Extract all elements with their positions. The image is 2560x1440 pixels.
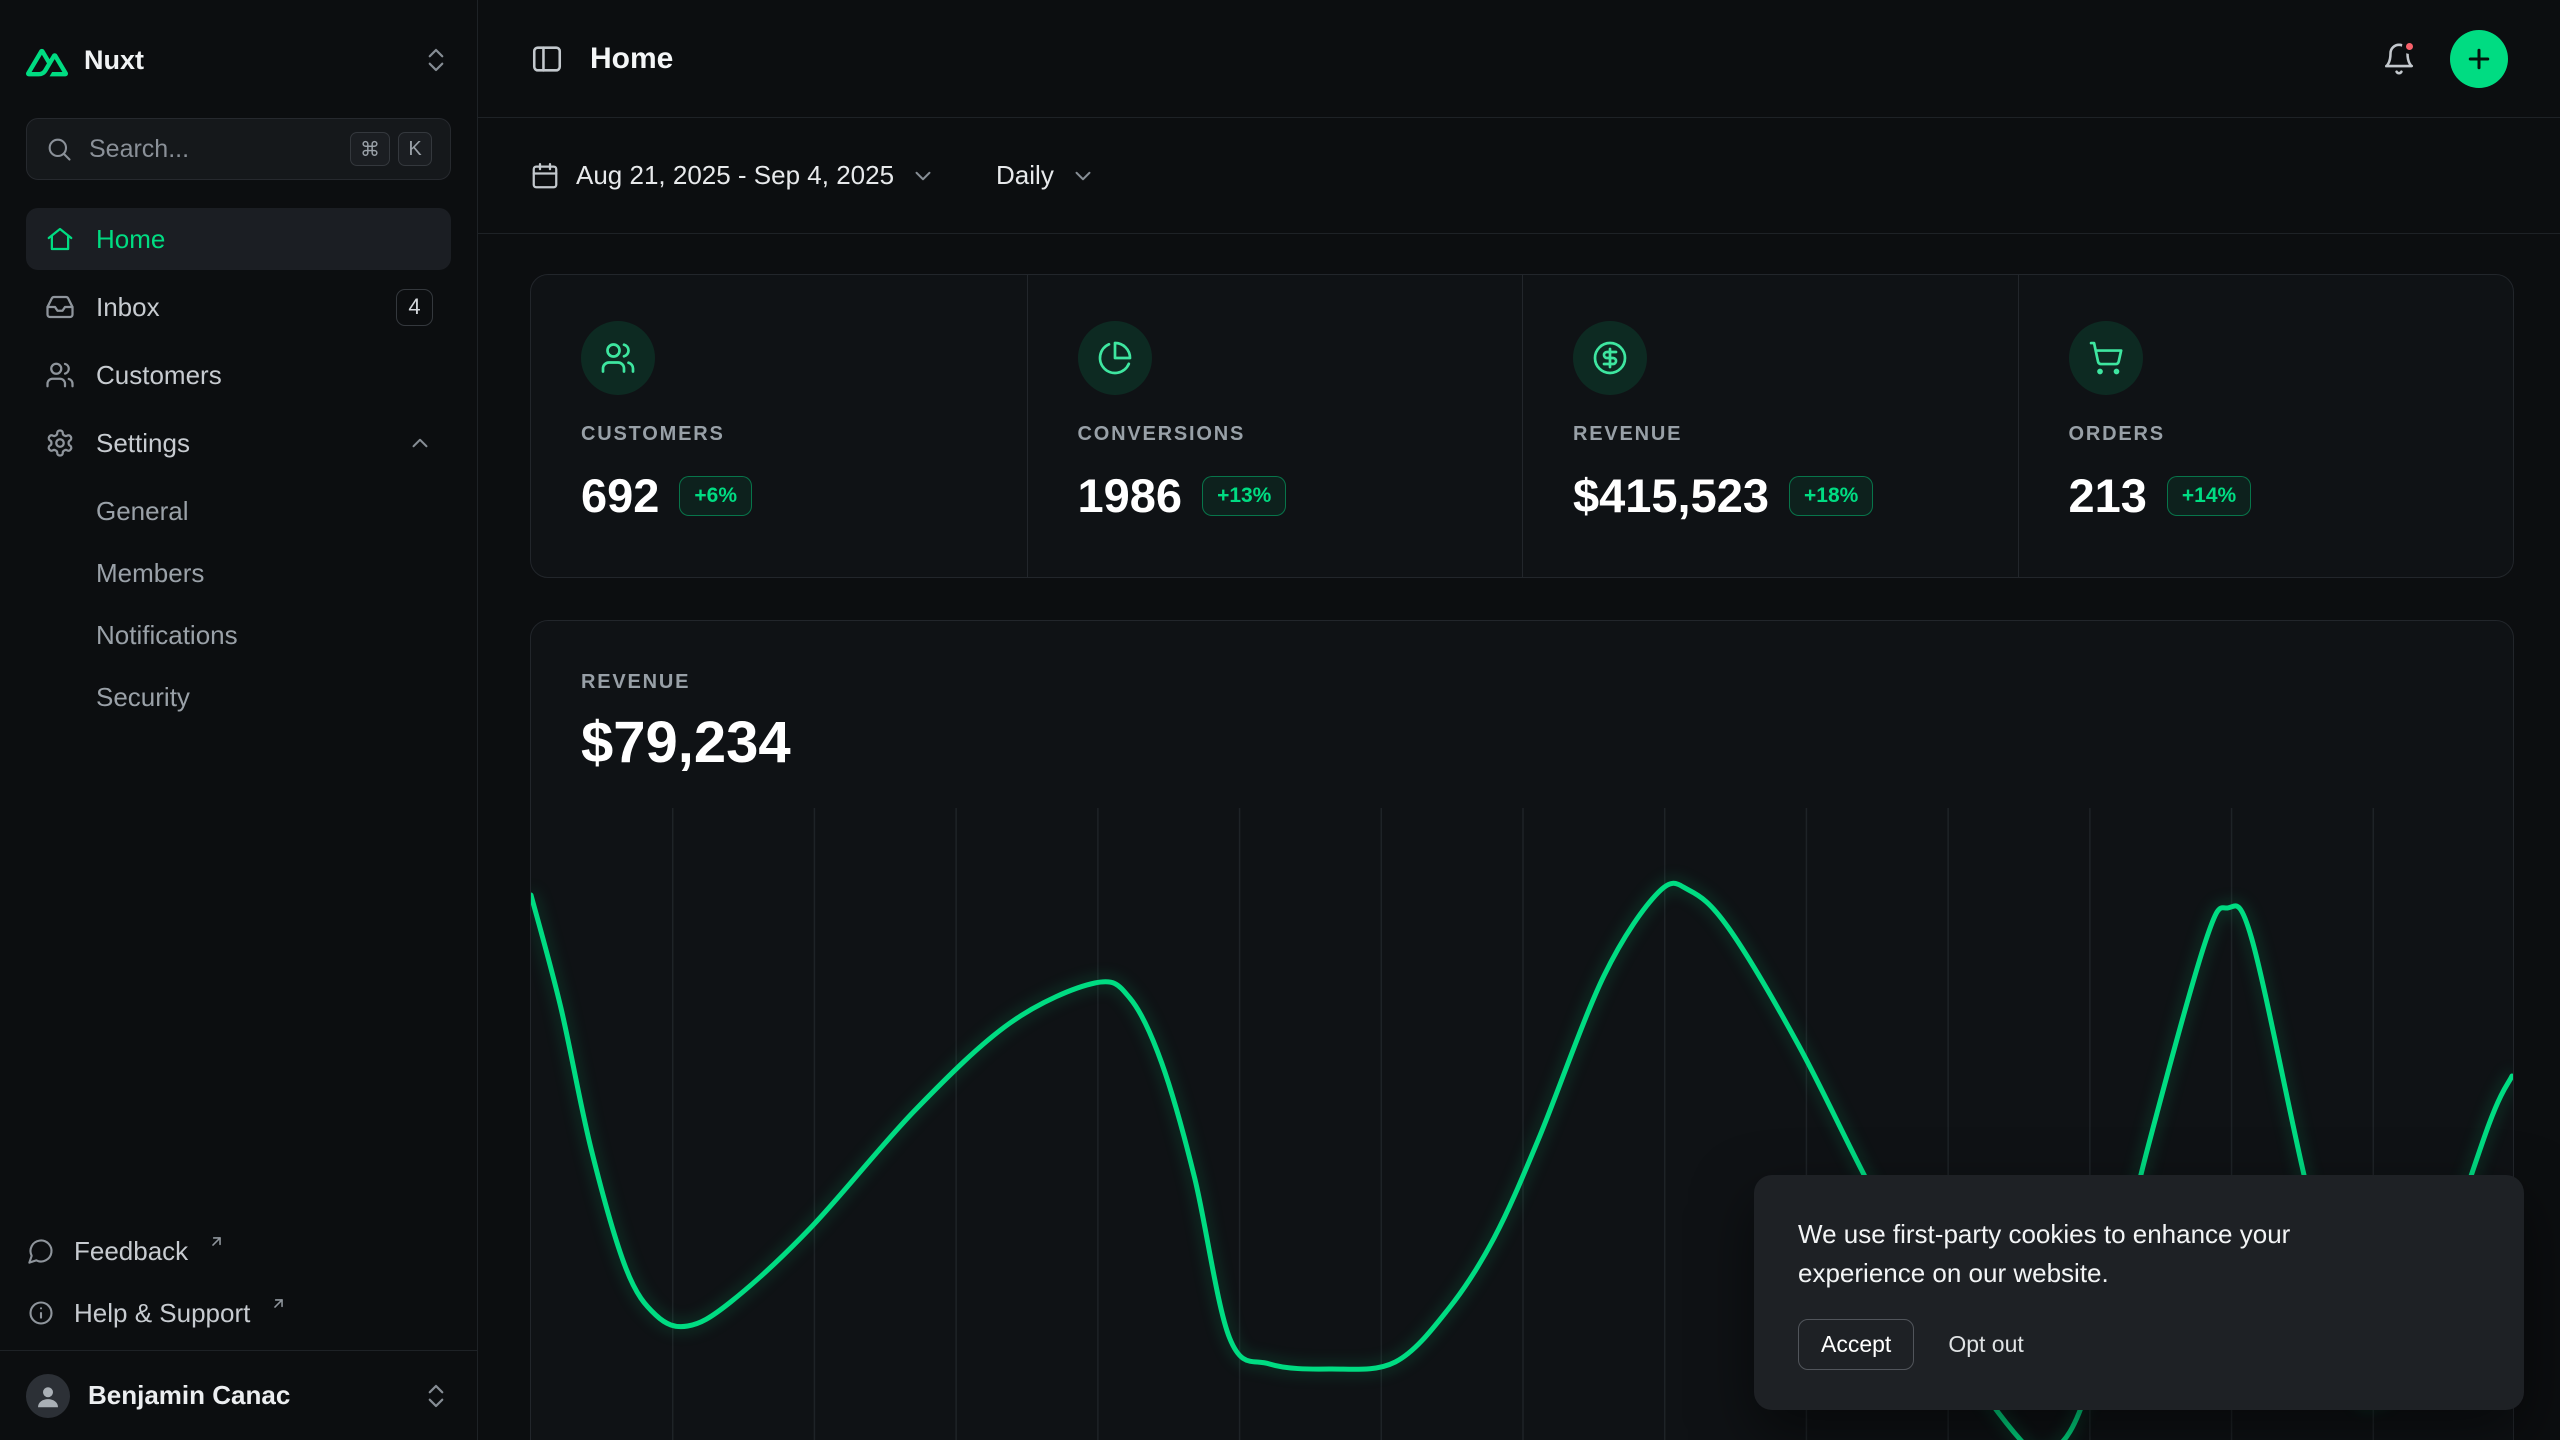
- page-title: Home: [590, 42, 673, 76]
- topbar-actions: [2382, 30, 2508, 88]
- circle-dollar-icon: [1573, 321, 1647, 395]
- app-root: Nuxt Search... ⌘ K Home: [0, 0, 2560, 1440]
- calendar-icon: [530, 161, 560, 191]
- filters-toolbar: Aug 21, 2025 - Sep 4, 2025 Daily: [478, 118, 2560, 234]
- info-circle-icon: [26, 1298, 56, 1328]
- sidebar-nav: Home Inbox 4 Customers Settings: [26, 208, 451, 728]
- users-icon: [44, 359, 76, 391]
- brand-name: Nuxt: [84, 45, 144, 76]
- stat-label: REVENUE: [1573, 423, 1968, 446]
- sidebar-item-label: Home: [96, 224, 165, 255]
- sidebar-item-inbox[interactable]: Inbox 4: [26, 276, 451, 338]
- workspace-switcher[interactable]: Nuxt: [26, 39, 144, 81]
- users-icon: [581, 321, 655, 395]
- stat-card-customers: CUSTOMERS 692 +6%: [531, 275, 1027, 577]
- sidebar-item-label: Settings: [96, 428, 190, 459]
- sidebar-subitem-notifications[interactable]: Notifications: [26, 604, 451, 666]
- sidebar: Nuxt Search... ⌘ K Home: [0, 0, 478, 1440]
- date-range-label: Aug 21, 2025 - Sep 4, 2025: [576, 160, 894, 191]
- search-placeholder: Search...: [89, 135, 189, 164]
- granularity-label: Daily: [996, 160, 1054, 191]
- stat-card-revenue: REVENUE $415,523 +18%: [1522, 275, 2018, 577]
- help-support-link[interactable]: Help & Support: [26, 1282, 451, 1344]
- cookie-actions: Accept Opt out: [1798, 1319, 2480, 1370]
- stat-label: CUSTOMERS: [581, 423, 977, 446]
- sidebar-subitem-general[interactable]: General: [26, 480, 451, 542]
- stat-card-orders: ORDERS 213 +14%: [2018, 275, 2514, 577]
- granularity-select[interactable]: Daily: [996, 160, 1096, 191]
- accept-cookies-button[interactable]: Accept: [1798, 1319, 1914, 1370]
- search-shortcut: ⌘ K: [350, 132, 432, 166]
- stat-delta-badge: +6%: [679, 476, 752, 516]
- sidebar-footer-links: Feedback Help & Support: [26, 1220, 451, 1350]
- sidebar-item-label: Inbox: [96, 292, 160, 323]
- avatar: [26, 1374, 70, 1418]
- chevron-down-icon: [910, 163, 936, 189]
- sidebar-spacer: [26, 728, 451, 1220]
- feedback-link[interactable]: Feedback: [26, 1220, 451, 1282]
- sidebar-subitem-members[interactable]: Members: [26, 542, 451, 604]
- sidebar-item-label: Customers: [96, 360, 222, 391]
- feedback-label: Feedback: [74, 1236, 188, 1267]
- revenue-chart-value: $79,234: [581, 710, 2463, 776]
- sidebar-item-customers[interactable]: Customers: [26, 344, 451, 406]
- home-icon: [44, 223, 76, 255]
- external-link-icon: [208, 1233, 225, 1250]
- settings-subnav: General Members Notifications Security: [26, 480, 451, 728]
- plus-icon: [2464, 44, 2494, 74]
- help-support-label: Help & Support: [74, 1298, 250, 1329]
- chevron-up-icon: [407, 430, 433, 456]
- chevron-down-icon: [1070, 163, 1096, 189]
- stat-delta-badge: +14%: [2167, 476, 2251, 516]
- nuxt-logo-icon: [26, 39, 68, 81]
- sidebar-subitem-security[interactable]: Security: [26, 666, 451, 728]
- sidebar-toggle-icon[interactable]: [530, 42, 564, 76]
- chat-bubble-icon: [26, 1236, 56, 1266]
- stat-delta-badge: +13%: [1202, 476, 1286, 516]
- sidebar-item-settings[interactable]: Settings: [26, 412, 451, 474]
- stat-value: 692: [581, 468, 659, 523]
- date-range-picker[interactable]: Aug 21, 2025 - Sep 4, 2025: [530, 160, 936, 191]
- new-item-button[interactable]: [2450, 30, 2508, 88]
- inbox-count-badge: 4: [396, 289, 433, 326]
- topbar: Home: [478, 0, 2560, 118]
- search-input[interactable]: Search... ⌘ K: [26, 118, 451, 180]
- user-menu[interactable]: Benjamin Canac: [0, 1350, 477, 1440]
- external-link-icon: [270, 1295, 287, 1312]
- revenue-chart-label: REVENUE: [581, 671, 2463, 694]
- revenue-chart-header: REVENUE $79,234: [531, 621, 2513, 776]
- stat-value: 1986: [1078, 468, 1183, 523]
- optout-cookies-button[interactable]: Opt out: [1948, 1331, 2023, 1358]
- user-name: Benjamin Canac: [88, 1380, 290, 1411]
- gear-icon: [44, 427, 76, 459]
- stat-value: $415,523: [1573, 468, 1769, 523]
- cookie-message: We use first-party cookies to enhance yo…: [1798, 1215, 2418, 1293]
- cookie-consent-toast: We use first-party cookies to enhance yo…: [1754, 1175, 2524, 1410]
- pie-chart-icon: [1078, 321, 1152, 395]
- stat-label: CONVERSIONS: [1078, 423, 1473, 446]
- stat-label: ORDERS: [2069, 423, 2464, 446]
- chevrons-up-down-icon: [421, 1381, 451, 1411]
- stat-value: 213: [2069, 468, 2147, 523]
- cmd-keycap: ⌘: [350, 132, 390, 166]
- stat-delta-badge: +18%: [1789, 476, 1873, 516]
- notification-dot: [2402, 39, 2417, 54]
- notifications-button[interactable]: [2382, 42, 2416, 76]
- k-keycap: K: [398, 132, 432, 166]
- workspace-row: Nuxt: [26, 28, 451, 92]
- shopping-cart-icon: [2069, 321, 2143, 395]
- search-icon: [45, 135, 73, 163]
- inbox-icon: [44, 291, 76, 323]
- sidebar-item-home[interactable]: Home: [26, 208, 451, 270]
- stat-card-conversions: CONVERSIONS 1986 +13%: [1027, 275, 1523, 577]
- stats-card: CUSTOMERS 692 +6% CONVERSIONS 1986 +13%: [530, 274, 2514, 578]
- chevrons-up-down-icon[interactable]: [421, 45, 451, 75]
